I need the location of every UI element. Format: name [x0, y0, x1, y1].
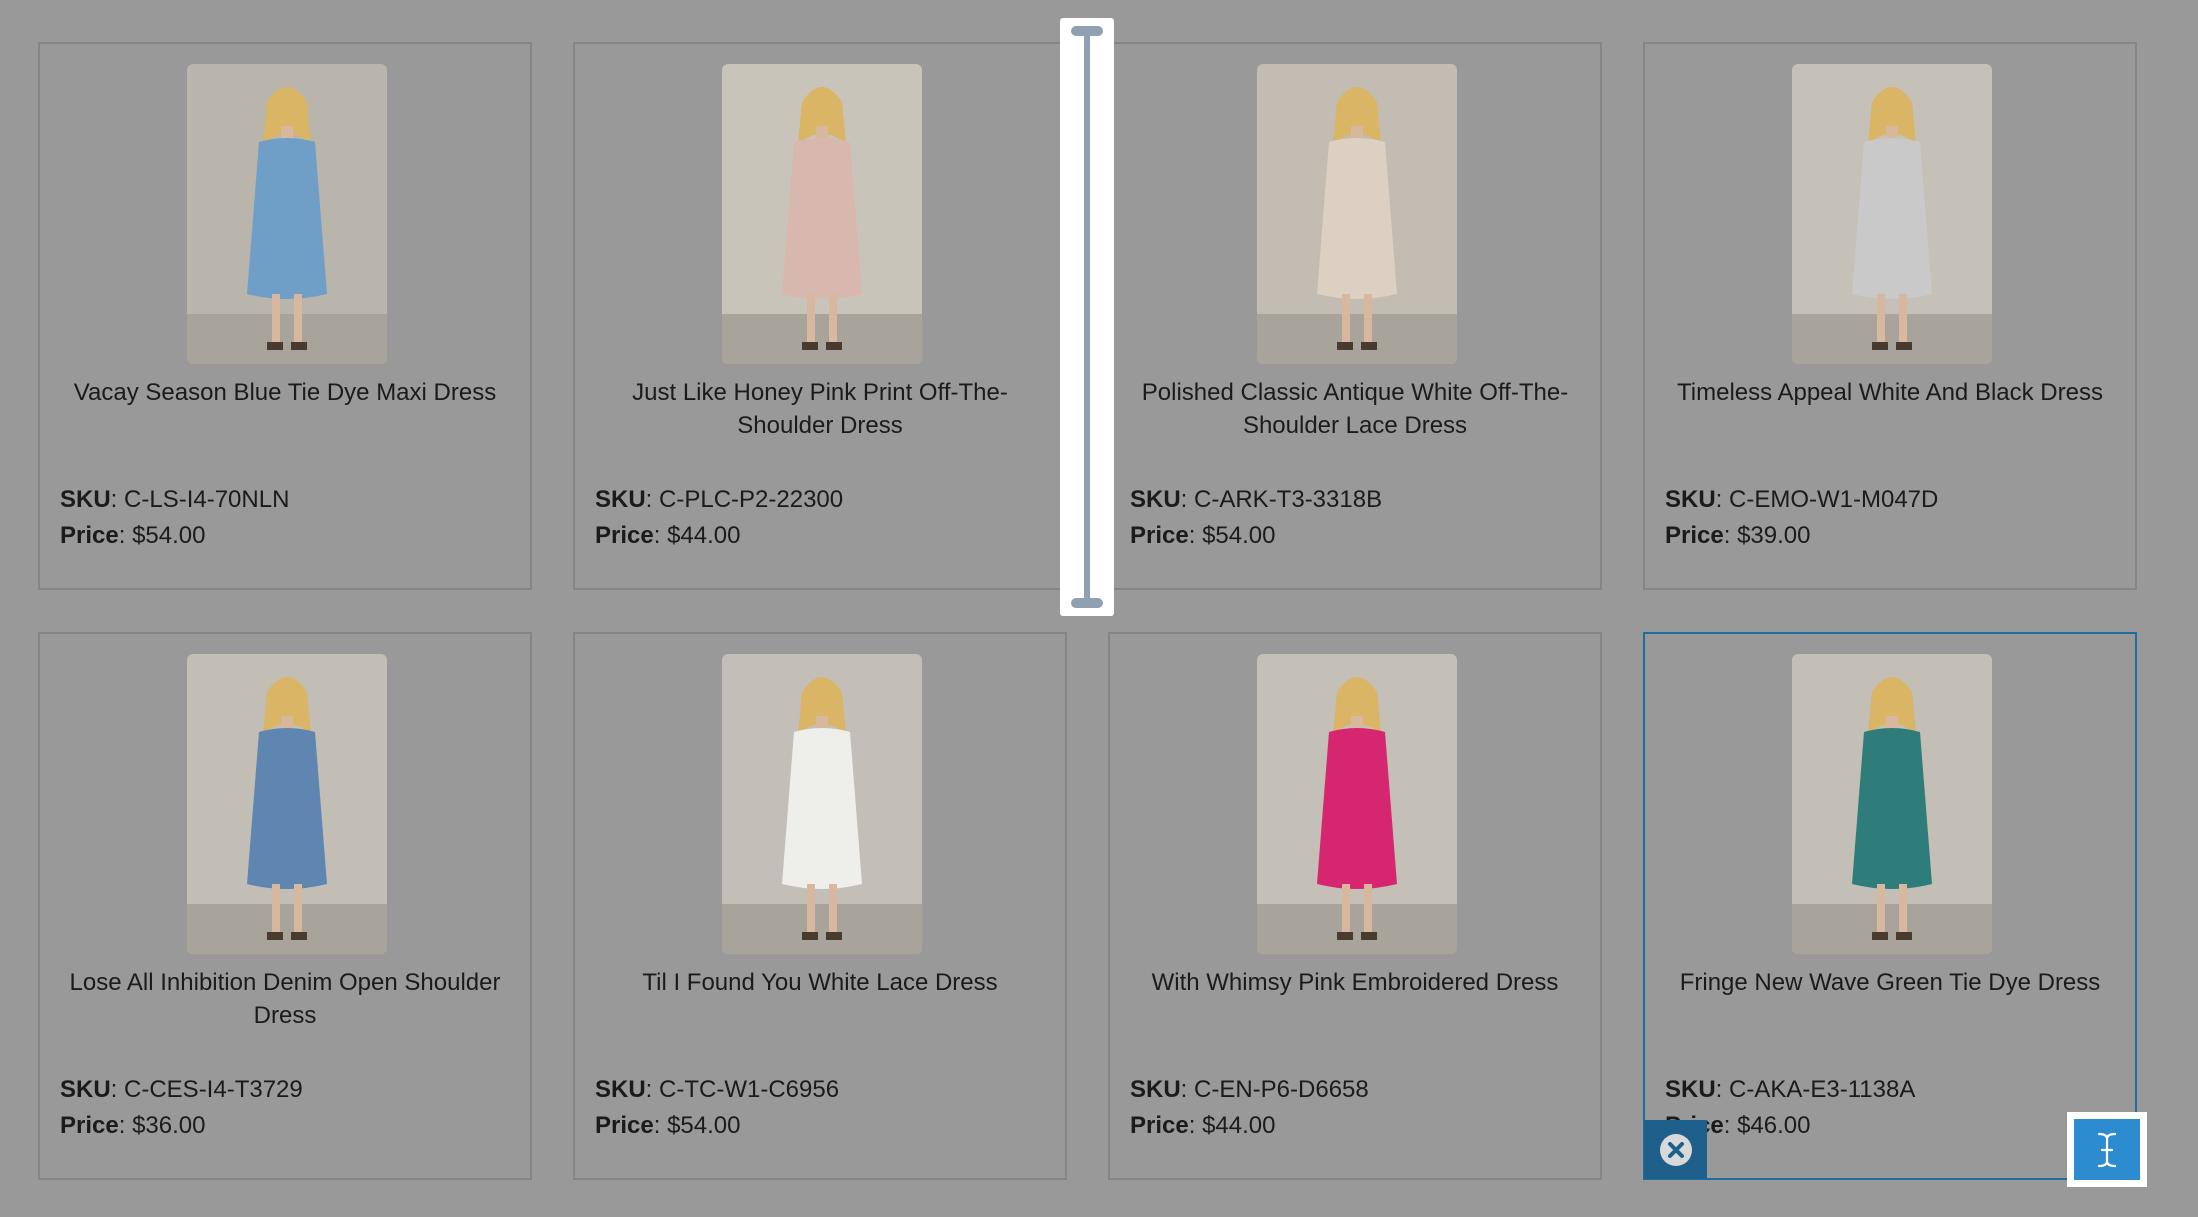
product-card[interactable]: Til I Found You White Lace Dress SKU: C-T… [573, 632, 1067, 1180]
price-line: Price: $44.00 [595, 522, 741, 549]
product-image[interactable] [1792, 64, 1992, 364]
price-line: Price: $54.00 [595, 1112, 741, 1139]
product-image[interactable] [187, 654, 387, 954]
sku-label: SKU [595, 486, 646, 513]
product-card[interactable]: Just Like Honey Pink Print Off-The-Shoul… [573, 42, 1067, 590]
product-meta: SKU: C-EMO-W1-M047D Price: $39.00 [1665, 482, 1938, 554]
sku-value: C-EMO-W1-M047D [1729, 486, 1939, 513]
product-card[interactable]: Timeless Appeal White And Black Dress SKU… [1643, 42, 2137, 590]
price-line: Price: $44.00 [1130, 1112, 1276, 1139]
price-line: Price: $39.00 [1665, 522, 1811, 549]
sku-value: C-PLC-P2-22300 [659, 486, 844, 513]
product-name[interactable]: Just Like Honey Pink Print Off-The-Shoul… [589, 376, 1051, 442]
sku-label: SKU [60, 486, 111, 513]
sku-line: SKU: C-EN-P6-D6658 [1130, 1076, 1369, 1103]
price-label: Price [60, 522, 119, 549]
sku-value: C-EN-P6-D6658 [1194, 1076, 1369, 1103]
sku-label: SKU [60, 1076, 111, 1103]
sku-value: C-CES-I4-T3729 [124, 1076, 303, 1103]
price-label: Price [595, 522, 654, 549]
sku-value: C-TC-W1-C6956 [659, 1076, 840, 1103]
sku-value: C-AKA-E3-1138A [1729, 1076, 1916, 1103]
price-label: Price [60, 1112, 119, 1139]
price-line: Price: $36.00 [60, 1112, 206, 1139]
product-name[interactable]: Lose All Inhibition Denim Open Shoulder … [54, 966, 516, 1032]
sku-label: SKU [1665, 486, 1716, 513]
sku-line: SKU: C-TC-W1-C6956 [595, 1076, 840, 1103]
product-meta: SKU: C-PLC-P2-22300 Price: $44.00 [595, 482, 843, 554]
sku-label: SKU [1665, 1076, 1716, 1103]
text-cursor-icon [2097, 1132, 2117, 1167]
product-image[interactable] [187, 64, 387, 364]
sku-value: C-LS-I4-70NLN [124, 486, 290, 513]
product-image[interactable] [722, 64, 922, 364]
price-value: $36.00 [132, 1112, 206, 1139]
product-card[interactable]: Vacay Season Blue Tie Dye Maxi Dress SKU:… [38, 42, 532, 590]
price-value: $44.00 [667, 522, 741, 549]
product-meta: SKU: C-ARK-T3-3318B Price: $54.00 [1130, 482, 1382, 554]
ibeam-handle-icon [1071, 26, 1103, 608]
product-name[interactable]: Til I Found You White Lace Dress [589, 966, 1051, 999]
product-card[interactable]: Lose All Inhibition Denim Open Shoulder … [38, 632, 532, 1180]
price-line: Price: $54.00 [1130, 522, 1276, 549]
product-image[interactable] [1257, 64, 1457, 364]
price-value: $39.00 [1737, 522, 1811, 549]
column-resize-handle[interactable] [1060, 18, 1114, 616]
close-icon [1659, 1133, 1692, 1166]
product-name[interactable]: With Whimsy Pink Embroidered Dress [1124, 966, 1586, 999]
price-value: $46.00 [1737, 1112, 1811, 1139]
product-name[interactable]: Fringe New Wave Green Tie Dye Dress [1659, 966, 2121, 999]
price-value: $44.00 [1202, 1112, 1276, 1139]
price-value: $54.00 [132, 522, 206, 549]
sku-label: SKU [595, 1076, 646, 1103]
sku-line: SKU: C-LS-I4-70NLN [60, 486, 290, 513]
product-name[interactable]: Vacay Season Blue Tie Dye Maxi Dress [54, 376, 516, 409]
price-label: Price [595, 1112, 654, 1139]
sku-line: SKU: C-AKA-E3-1138A [1665, 1076, 1916, 1103]
product-grid-page: Vacay Season Blue Tie Dye Maxi Dress SKU:… [0, 0, 2198, 1217]
product-card[interactable]: Fringe New Wave Green Tie Dye Dress SKU: … [1643, 632, 2137, 1180]
product-meta: SKU: C-CES-I4-T3729 Price: $36.00 [60, 1072, 303, 1144]
product-card[interactable]: With Whimsy Pink Embroidered Dress SKU: C… [1108, 632, 1602, 1180]
price-value: $54.00 [667, 1112, 741, 1139]
price-value: $54.00 [1202, 522, 1276, 549]
text-select-button[interactable] [2067, 1112, 2147, 1187]
product-image[interactable] [1257, 654, 1457, 954]
product-image[interactable] [722, 654, 922, 954]
sku-line: SKU: C-CES-I4-T3729 [60, 1076, 303, 1103]
sku-value: C-ARK-T3-3318B [1194, 486, 1383, 513]
product-meta: SKU: C-EN-P6-D6658 Price: $44.00 [1130, 1072, 1369, 1144]
product-name[interactable]: Timeless Appeal White And Black Dress [1659, 376, 2121, 409]
sku-line: SKU: C-PLC-P2-22300 [595, 486, 844, 513]
sku-line: SKU: C-ARK-T3-3318B [1130, 486, 1383, 513]
close-button[interactable] [1644, 1120, 1707, 1179]
price-label: Price [1130, 522, 1189, 549]
product-card[interactable]: Polished Classic Antique White Off-The-S… [1108, 42, 1602, 590]
product-meta: SKU: C-LS-I4-70NLN Price: $54.00 [60, 482, 289, 554]
sku-label: SKU [1130, 1076, 1181, 1103]
sku-line: SKU: C-EMO-W1-M047D [1665, 486, 1939, 513]
price-label: Price [1130, 1112, 1189, 1139]
product-name[interactable]: Polished Classic Antique White Off-The-S… [1124, 376, 1586, 442]
sku-label: SKU [1130, 486, 1181, 513]
product-meta: SKU: C-TC-W1-C6956 Price: $54.00 [595, 1072, 839, 1144]
price-line: Price: $54.00 [60, 522, 206, 549]
product-image[interactable] [1792, 654, 1992, 954]
price-label: Price [1665, 522, 1724, 549]
